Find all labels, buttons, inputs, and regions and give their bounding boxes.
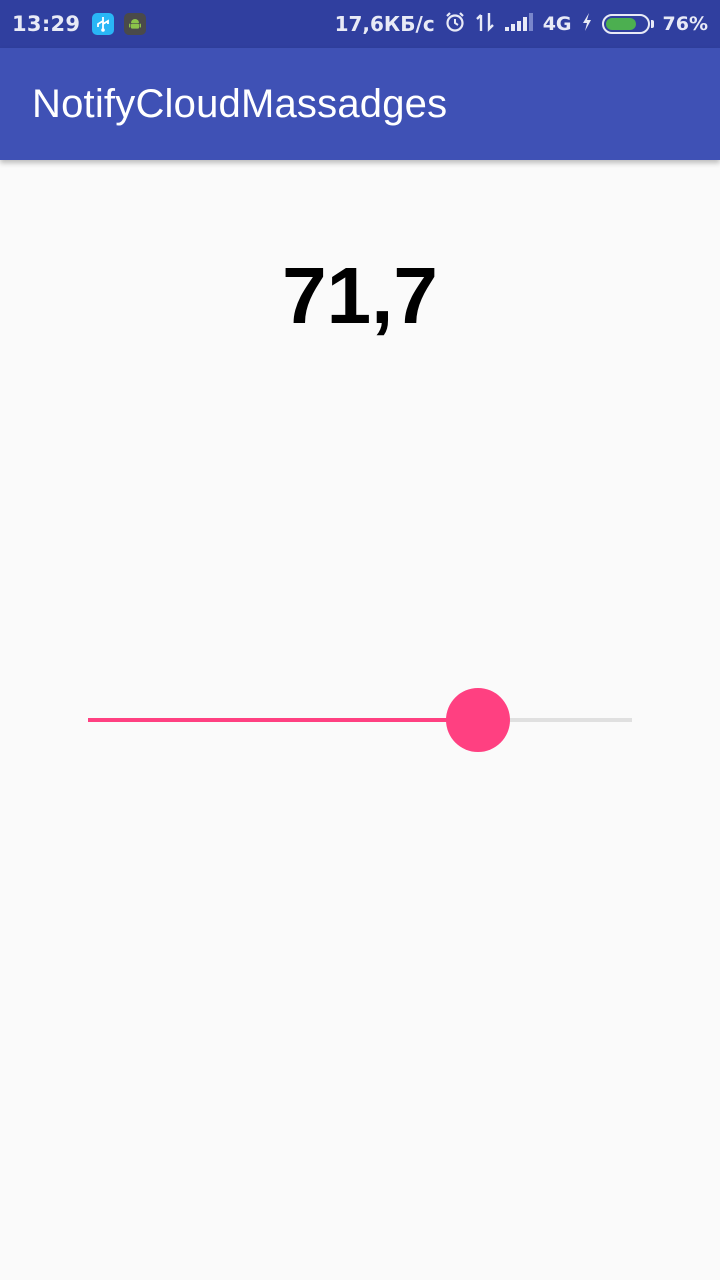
status-bar: 13:29 17,6КБ/с 4G 76% (0, 0, 720, 48)
value-slider[interactable] (88, 688, 632, 752)
charging-bolt-icon (581, 12, 593, 37)
network-speed: 17,6КБ/с (334, 12, 435, 36)
app-bar: NotifyCloudMassadges (0, 48, 720, 160)
android-icon (124, 13, 147, 35)
status-time: 13:29 (12, 12, 81, 36)
battery-level-fill (605, 18, 636, 30)
app-title: NotifyCloudMassadges (32, 81, 448, 126)
alarm-icon (444, 11, 466, 38)
data-transfer-icon (475, 11, 495, 38)
value-display: 71,7 (282, 251, 438, 340)
signal-icon (504, 12, 534, 37)
battery-percent: 76% (662, 13, 708, 35)
status-right-group: 17,6КБ/с 4G 76% (335, 11, 708, 38)
battery-icon (601, 14, 654, 34)
usb-debug-icon (92, 13, 115, 35)
slider-fill (88, 718, 479, 722)
network-type: 4G (542, 13, 572, 35)
slider-thumb[interactable] (446, 688, 511, 752)
notification-icons (92, 13, 147, 35)
